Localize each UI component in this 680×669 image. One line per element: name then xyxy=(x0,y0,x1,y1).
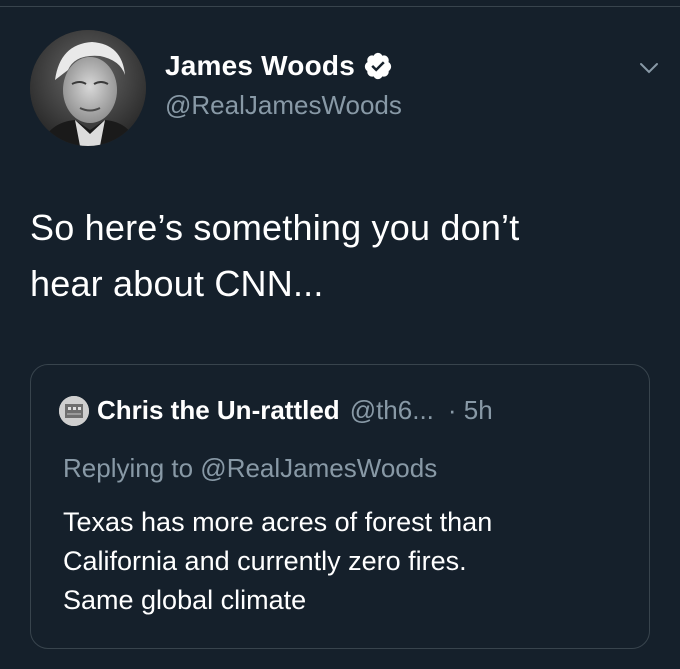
tweet-header: James Woods @RealJamesWoods xyxy=(30,30,660,150)
tweet-text: So here’s something you don’t hear about… xyxy=(30,200,650,312)
chevron-down-icon[interactable] xyxy=(638,60,660,76)
top-divider xyxy=(0,6,680,7)
author-names: James Woods @RealJamesWoods xyxy=(165,50,402,121)
verified-badge-icon xyxy=(363,51,393,81)
quoted-author-avatar[interactable] xyxy=(59,395,89,426)
quoted-author-handle[interactable]: @th6... xyxy=(350,395,434,426)
tweet-text-line: hear about CNN... xyxy=(30,263,324,304)
quoted-text-line: Texas has more acres of forest than xyxy=(63,507,493,537)
quoted-author-display-name[interactable]: Chris the Un-rattled xyxy=(97,395,340,426)
author-avatar[interactable] xyxy=(30,30,146,146)
author-display-name[interactable]: James Woods xyxy=(165,50,355,82)
quoted-tweet-header: Chris the Un-rattled @th6... · 5h xyxy=(59,395,493,426)
quoted-tweet-text: Texas has more acres of forest than Cali… xyxy=(63,503,633,620)
quoted-tweet-timestamp[interactable]: · 5h xyxy=(448,395,493,426)
quoted-text-line: Same global climate xyxy=(63,585,307,615)
quoted-text-line: California and currently zero fires. xyxy=(63,546,467,576)
tweet-text-line: So here’s something you don’t xyxy=(30,207,520,248)
display-name-row: James Woods xyxy=(165,50,402,82)
replying-to-label[interactable]: Replying to @RealJamesWoods xyxy=(63,453,437,484)
author-handle[interactable]: @RealJamesWoods xyxy=(165,90,402,121)
quoted-tweet-card[interactable]: Chris the Un-rattled @th6... · 5h Replyi… xyxy=(30,364,650,649)
